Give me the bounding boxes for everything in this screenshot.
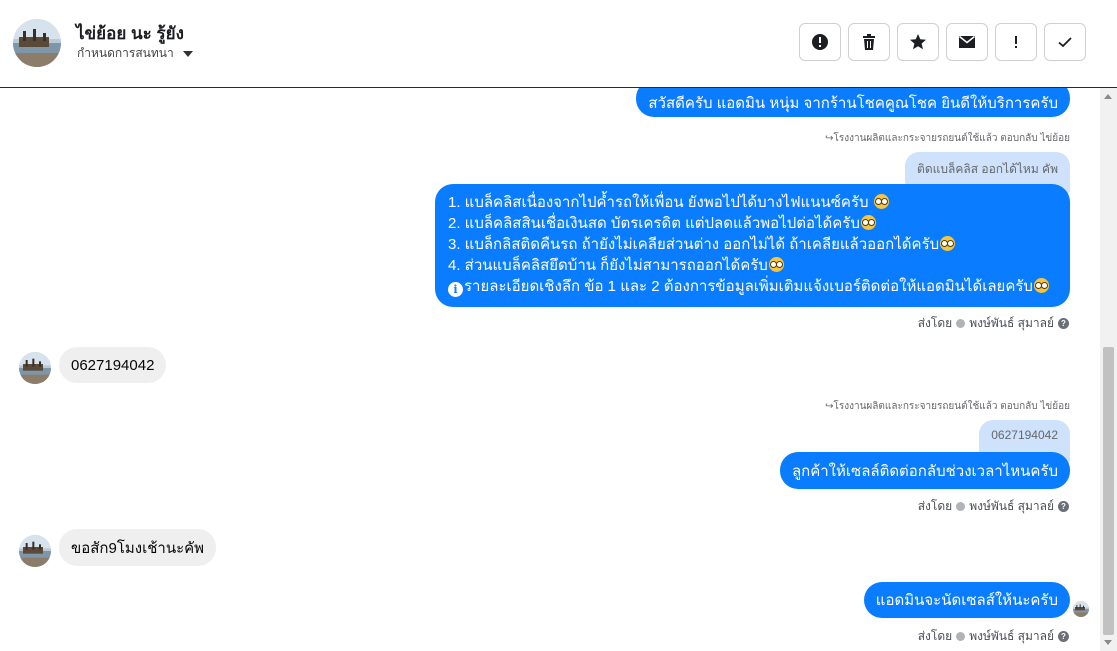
sent-by-line: ส่งโดย พงษ์พันธ์ สุมาลย์ ? [918, 627, 1069, 646]
incoming-message[interactable]: 0627194042 [59, 347, 167, 383]
nerd-face-emoji-icon [768, 257, 784, 272]
incoming-message[interactable]: ขอสัก9โมงเช้านะคัพ [59, 529, 217, 566]
help-icon[interactable]: ? [1058, 501, 1069, 512]
outgoing-message[interactable]: แอดมินจะนัดเซลส์ให้นะครับ [863, 582, 1070, 618]
reply-context: ↪โรงงานผลิตและกระจายรถยนต์ใช้แล้ว ตอบกลั… [825, 133, 1070, 144]
help-icon[interactable]: ? [1058, 318, 1069, 329]
sender-name[interactable]: พงษ์พันธ์ สุมาลย์ [969, 497, 1054, 516]
nerd-face-emoji-icon [873, 194, 889, 209]
scroll-down-arrow-icon[interactable] [1104, 640, 1112, 645]
sender-status-icon [956, 502, 966, 511]
contact-avatar[interactable] [19, 535, 51, 567]
answer-line-3: 3. แบล็กลิสติดคืนรถ ถ้ายังไม่เคลียส่วนต่… [448, 234, 1057, 255]
sender-name[interactable]: พงษ์พันธ์ สุมาลย์ [969, 314, 1054, 333]
sender-status-icon [956, 319, 966, 328]
reply-context: ↪โรงงานผลิตและกระจายรถยนต์ใช้แล้ว ตอบกลั… [825, 401, 1070, 412]
answer-line-5: i รายละเอียดเชิงลึก ข้อ 1 และ 2 ต้องการข้… [448, 276, 1057, 297]
message-text: ลูกค้าให้เซลล์ติดต่อกลับช่วงเวลาไหนครับ [791, 462, 1058, 480]
conversation-schedule-dropdown[interactable]: กำหนดการสนทนา [77, 44, 193, 63]
mail-button[interactable] [946, 23, 988, 61]
outgoing-message[interactable]: สวัสดีครับ แอดมิน หนุ่ม จากร้านโชคคูณโชค… [636, 88, 1070, 117]
done-button[interactable] [1044, 23, 1086, 61]
check-icon [1058, 37, 1072, 48]
message-text: ขอสัก9โมงเช้านะคัพ [71, 539, 205, 557]
caret-down-icon [182, 50, 193, 57]
exclamation-icon [1015, 36, 1017, 48]
schedule-label: กำหนดการสนทนา [77, 46, 174, 60]
envelope-icon [959, 35, 975, 48]
alert-button[interactable] [799, 23, 841, 61]
outgoing-message[interactable]: ลูกค้าให้เซลล์ติดต่อกลับช่วงเวลาไหนครับ [779, 452, 1070, 489]
delete-button[interactable] [848, 23, 890, 61]
action-toolbar [799, 23, 1086, 61]
answer-line-2: 2. แบล็คลิสสินเชื่อเงินสด บัตรเครดิต แต่… [448, 213, 1057, 234]
contact-avatar[interactable] [13, 19, 61, 67]
star-icon [910, 34, 926, 50]
message-text: 0627194042 [71, 356, 155, 374]
nerd-face-emoji-icon [860, 215, 876, 230]
sent-by-label: ส่งโดย [917, 499, 953, 513]
sent-by-label: ส่งโดย [917, 316, 953, 330]
message-thread[interactable]: สวัสดีครับ แอดมิน หนุ่ม จากร้านโชคคูณโชค… [0, 88, 1100, 651]
vertical-scrollbar[interactable] [1100, 88, 1117, 651]
star-button[interactable] [897, 23, 939, 61]
outgoing-message[interactable]: 1. แบล็คลิสเนื่องจากไปค้ำรถให้เพื่อน ยัง… [435, 184, 1070, 307]
scrollbar-thumb[interactable] [1103, 347, 1114, 635]
trash-icon [863, 34, 875, 50]
conversation-header: ไข่ย้อย นะ รู้ยัง กำหนดการสนทนา [0, 0, 1117, 88]
nerd-face-emoji-icon [1033, 278, 1049, 293]
contact-name[interactable]: ไข่ย้อย นะ รู้ยัง [76, 20, 184, 47]
message-text: สวัสดีครับ แอดมิน หนุ่ม จากร้านโชคคูณโชค… [648, 94, 1058, 112]
sent-by-line: ส่งโดย พงษ์พันธ์ สุมาลย์ ? [918, 314, 1069, 333]
answer-line-1: 1. แบล็คลิสเนื่องจากไปค้ำรถให้เพื่อน ยัง… [448, 192, 1057, 213]
seen-avatar [1073, 601, 1089, 617]
quoted-text: 0627194042 [991, 428, 1058, 442]
nerd-face-emoji-icon [940, 236, 956, 251]
sent-by-line: ส่งโดย พงษ์พันธ์ สุมาลย์ ? [918, 497, 1069, 516]
sender-name[interactable]: พงษ์พันธ์ สุมาลย์ [969, 627, 1054, 646]
quoted-text: ติดแบล็คลิส ออกได้ไหม คัพ [917, 162, 1058, 176]
alert-icon [812, 34, 828, 50]
sender-status-icon [956, 632, 966, 641]
info-icon: i [448, 282, 463, 297]
scroll-up-arrow-icon[interactable] [1104, 94, 1112, 99]
sent-by-label: ส่งโดย [917, 629, 953, 643]
help-icon[interactable]: ? [1058, 631, 1069, 642]
answer-line-4: 4. ส่วนแบล็คลิสยึดบ้าน ก็ยังไม่สามารถออก… [448, 255, 1057, 276]
message-text: แอดมินจะนัดเซลส์ให้นะครับ [875, 592, 1058, 609]
important-button[interactable] [995, 23, 1037, 61]
contact-avatar[interactable] [19, 352, 51, 384]
